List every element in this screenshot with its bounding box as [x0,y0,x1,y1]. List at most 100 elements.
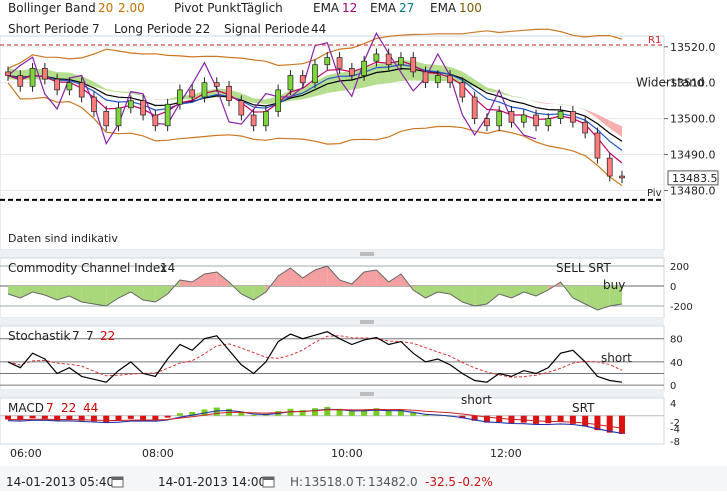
calendar-from-icon[interactable] [111,476,124,488]
bollinger-lower-line [7,82,623,187]
last-price-badge: 13483.5 [667,170,719,186]
pivot-param: Täglich [240,1,283,15]
ema100-param: 100 [459,1,482,15]
macd-bar [250,415,257,417]
pivot-label[interactable]: Pivot Punkt [174,1,241,15]
range-from-date[interactable]: 14-01-2013 05:40 [6,475,114,489]
cci-area-segment [155,286,168,302]
candle-body [299,75,306,84]
ema27-param: 27 [399,1,414,15]
stoch-param-3: 22 [100,329,115,343]
candle-body [570,111,576,123]
cci-area-segment [474,286,487,306]
cloud-segment [511,95,524,99]
candle-body [17,75,24,87]
panel-splitter-1[interactable] [0,250,664,258]
candle-body [164,103,171,127]
cloud-segment [572,106,586,111]
stoch-title[interactable]: Stochastik [8,329,71,343]
low-value: 13482.0 [368,475,418,489]
ema12-param: 12 [342,1,357,15]
cci-area-segment [143,286,156,302]
x-tick-1200: 12:00 [490,447,522,460]
widerstand-label: Widerstand [636,76,704,90]
bollinger-param-2: 2.00 [118,1,145,15]
cloud-segment [118,91,131,94]
macd-bar [533,415,540,424]
panel-splitter-2[interactable] [0,318,664,326]
ema12-label[interactable]: EMA [313,1,340,15]
stoch-param-2: 7 [86,329,94,343]
candle-body [201,82,208,98]
header-row-2: Short Periode 7 Long Periode 22 Signal P… [8,22,326,36]
ema27-label[interactable]: EMA [370,1,397,15]
macd-param-2: 22 [61,401,76,415]
short-periode-label[interactable]: Short Periode [8,22,89,36]
macd-bar [115,415,122,421]
cci-area-segment [20,286,33,298]
cci-area-segment [364,270,377,286]
signal-periode-label[interactable]: Signal Periode [224,22,309,36]
candle-body [127,100,134,109]
indikativ-note: Daten sind indikativ [8,232,118,245]
cci-area-segment [241,286,254,300]
candle-body [91,96,97,112]
macd-bar [557,415,564,422]
last-price-value: 13483.5 [672,172,718,185]
long-periode-param: 22 [195,22,210,36]
cci-area-segment [302,270,315,286]
cci-area-segment [106,286,119,306]
candlesticks [5,48,625,184]
x-tick-0800: 08:00 [142,447,174,460]
high-label: H: [290,475,303,489]
calendar-to-icon[interactable] [262,476,275,488]
financial-chart: Bollinger Band 20 2.00 Pivot Punkt Tägli… [0,1,727,491]
candle-body [29,67,36,87]
time-axis: 06:00 08:00 10:00 12:00 [10,447,522,460]
stoch-panel: 80 40 0 Stochastik 7 7 22 short [0,325,683,392]
cloud-segment [597,114,610,129]
header-row-1: Bollinger Band 20 2.00 Pivot Punkt Tägli… [8,1,482,15]
candle-body [250,114,257,127]
candle-body [66,82,73,91]
stoch-axis-ticks: 80 40 0 [670,335,683,392]
panel-splitter-3[interactable] [0,390,664,398]
cci-area-segment [278,268,291,286]
cci-area-segment [118,286,131,298]
short-periode-param: 7 [92,22,100,36]
macd-panel: 4-2-4-8 MACD 7 22 44 short SRT [0,393,680,448]
cloud-segment [548,103,561,105]
cci-title[interactable]: Commodity Channel Index [8,261,167,275]
candle-body [152,114,159,127]
macd-bar [176,413,183,416]
macd-bar [312,408,318,416]
candle-body [238,100,245,116]
macd-panel-border [0,397,665,445]
macd-title[interactable]: MACD [8,401,44,415]
macd-bar [348,410,355,416]
cloud-segment [536,101,549,105]
cloud-segment [523,98,537,103]
macd-bar [582,415,589,427]
long-periode-label[interactable]: Long Periode [114,22,192,36]
cci-area-segment [327,266,340,286]
price-tick-label: 13500.0 [670,113,716,126]
pivot-label-marker: Piv [647,188,662,199]
candle-body [226,85,232,102]
candle-body [115,107,122,127]
cloud-segment [560,104,573,107]
candle-body [410,57,417,73]
candle-body [459,82,466,98]
cci-tick-label: 0 [670,282,676,293]
cci-area-segment [413,286,426,298]
cci-area-segment [81,286,94,304]
bollinger-param-1: 20 [98,1,113,15]
macd-bar [520,415,527,423]
bollinger-label[interactable]: Bollinger Band [8,1,96,15]
candle-body [619,175,625,179]
macd-bar [164,415,171,418]
ema100-label[interactable]: EMA [430,1,457,15]
candle-body [287,75,294,91]
range-to-date[interactable]: 14-01-2013 14:00 [158,475,266,489]
stoch-param-1: 7 [72,329,80,343]
